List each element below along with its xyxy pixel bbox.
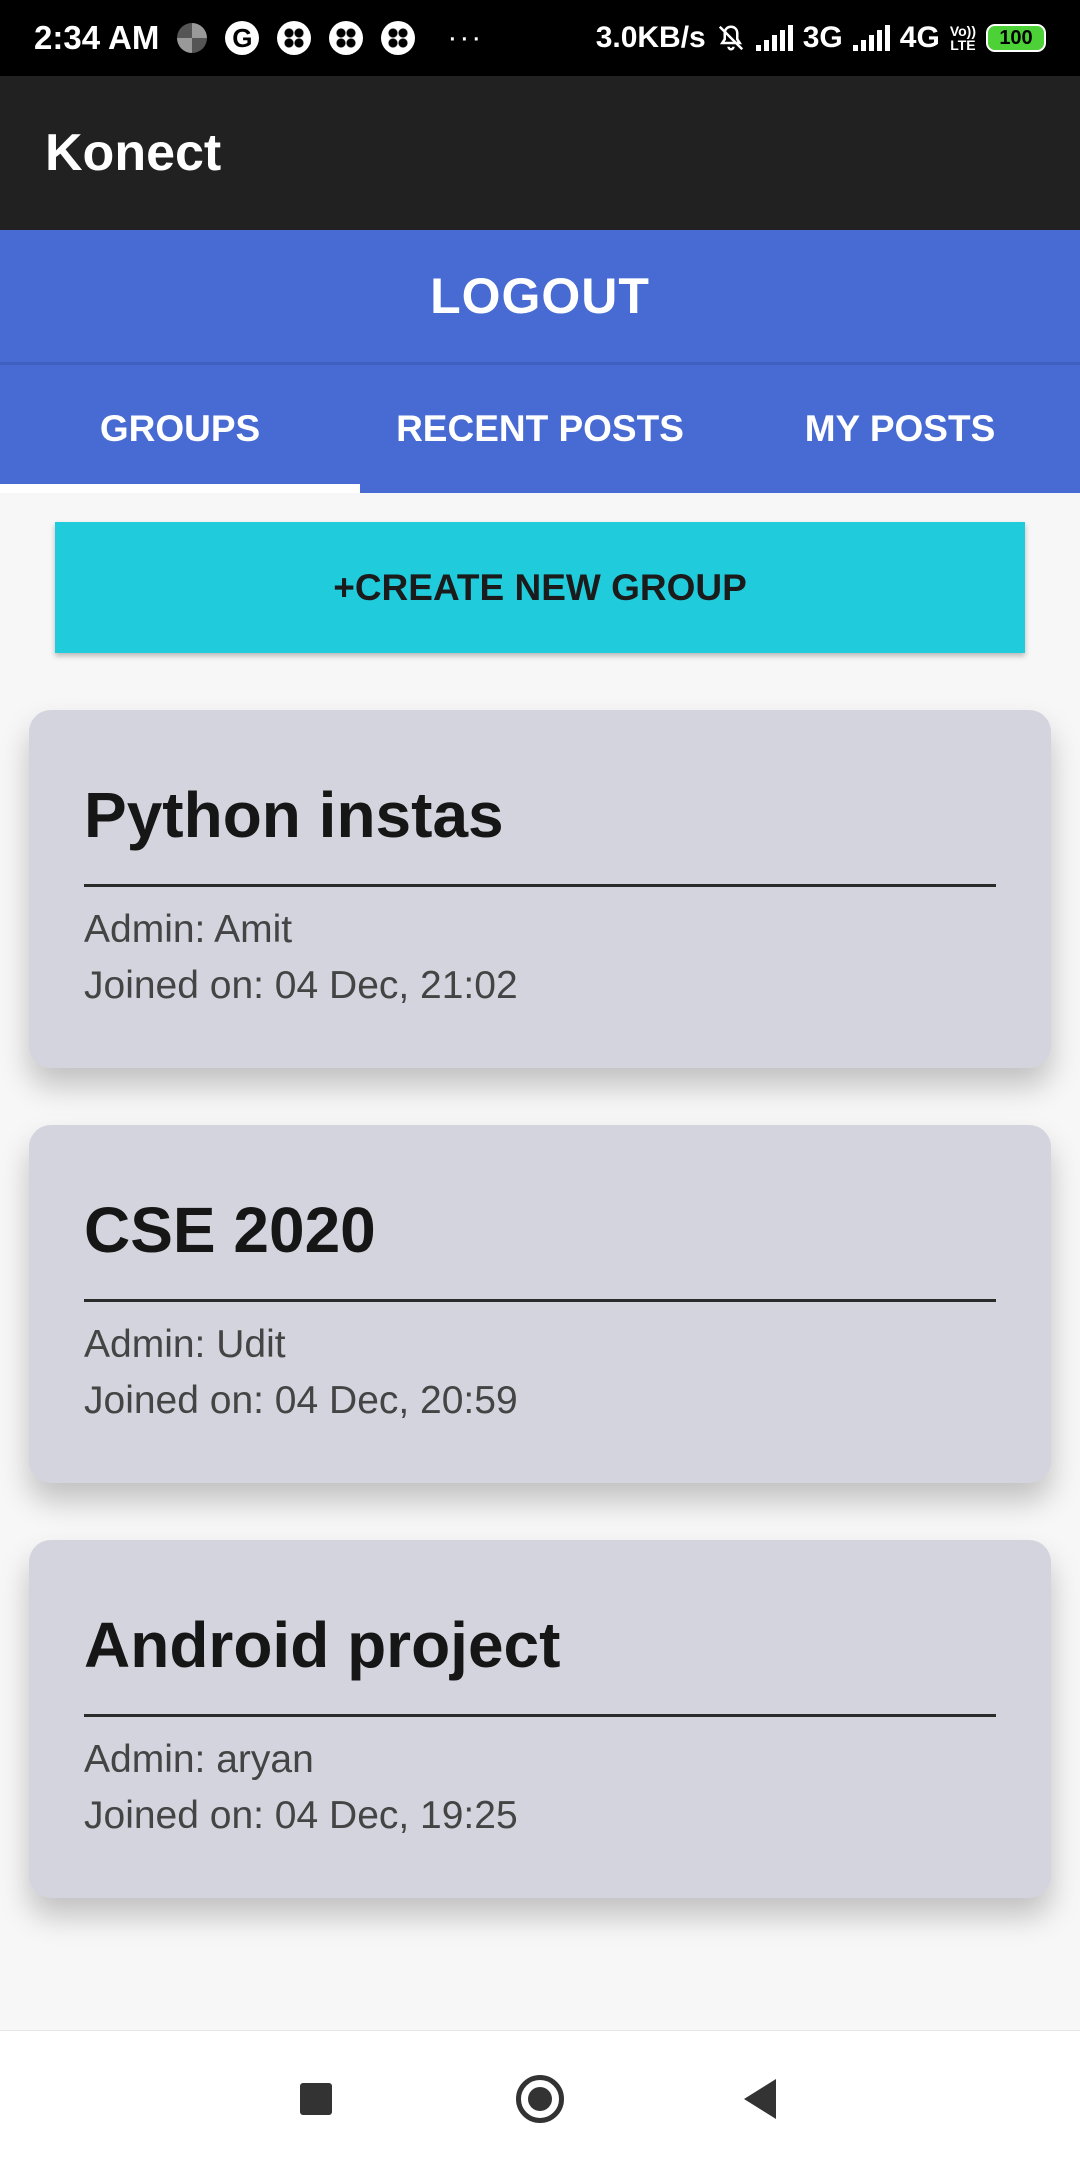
app-bar: Konect [0,76,1080,230]
group-card[interactable]: CSE 2020 Admin: Udit Joined on: 04 Dec, … [29,1125,1051,1483]
group-admin: Admin: Amit [84,908,293,951]
battery-icon: 100 [986,24,1046,52]
group-joined-date: Joined on: 04 Dec, 19:25 [84,1794,518,1837]
system-nav-bar [0,2030,1080,2161]
group-name: CSE 2020 [84,1194,376,1266]
bell-muted-icon [718,25,743,51]
group-joined-date: Joined on: 04 Dec, 21:02 [84,964,518,1007]
group-card[interactable]: Android project Admin: aryan Joined on: … [29,1540,1051,1898]
group-name: Android project [84,1609,561,1681]
google-icon: G [225,21,260,55]
group-name: Python instas [84,779,504,851]
app-notification-icon [277,21,312,55]
group-admin: Admin: aryan [84,1738,314,1781]
tab-label: GROUPS [99,408,261,449]
app-notification-icon [381,21,416,55]
card-divider [84,1299,996,1302]
group-admin: Admin: Udit [84,1323,286,1366]
tab-bar: GROUPS RECENT POSTS MY POSTS [0,365,1080,493]
tab-my-posts[interactable]: MY POSTS [720,365,1080,493]
tab-groups[interactable]: GROUPS [0,365,360,493]
logout-button[interactable]: LOGOUT [0,230,1080,362]
network-type-1: 3G [802,21,843,54]
card-divider [84,884,996,887]
create-group-button[interactable]: +CREATE NEW GROUP [55,522,1025,653]
status-time: 2:34 AM [34,19,160,56]
loading-icon [177,23,208,53]
group-joined-date: Joined on: 04 Dec, 20:59 [84,1379,518,1422]
home-circle-icon[interactable] [516,2075,564,2123]
status-bar: 2:34 AM G ··· 3.0KB/s 3G 4G Vo)) LTE 100 [0,0,1080,76]
signal-icon [852,25,890,51]
card-divider [84,1714,996,1717]
more-notifications-icon: ··· [447,21,484,54]
tab-label: RECENT POSTS [396,408,684,449]
signal-icon [755,25,793,51]
recents-square-icon[interactable] [300,2083,332,2115]
tab-label: MY POSTS [804,408,996,449]
tab-selected-indicator [0,484,360,493]
back-triangle-icon[interactable] [744,2079,776,2119]
group-card[interactable]: Python instas Admin: Amit Joined on: 04 … [29,710,1051,1068]
volte-icon: Vo)) LTE [949,23,976,53]
network-type-2: 4G [899,21,940,54]
network-speed: 3.0KB/s [595,21,706,54]
app-title: Konect [45,124,222,182]
tab-recent-posts[interactable]: RECENT POSTS [360,365,720,493]
app-notification-icon [329,21,364,55]
